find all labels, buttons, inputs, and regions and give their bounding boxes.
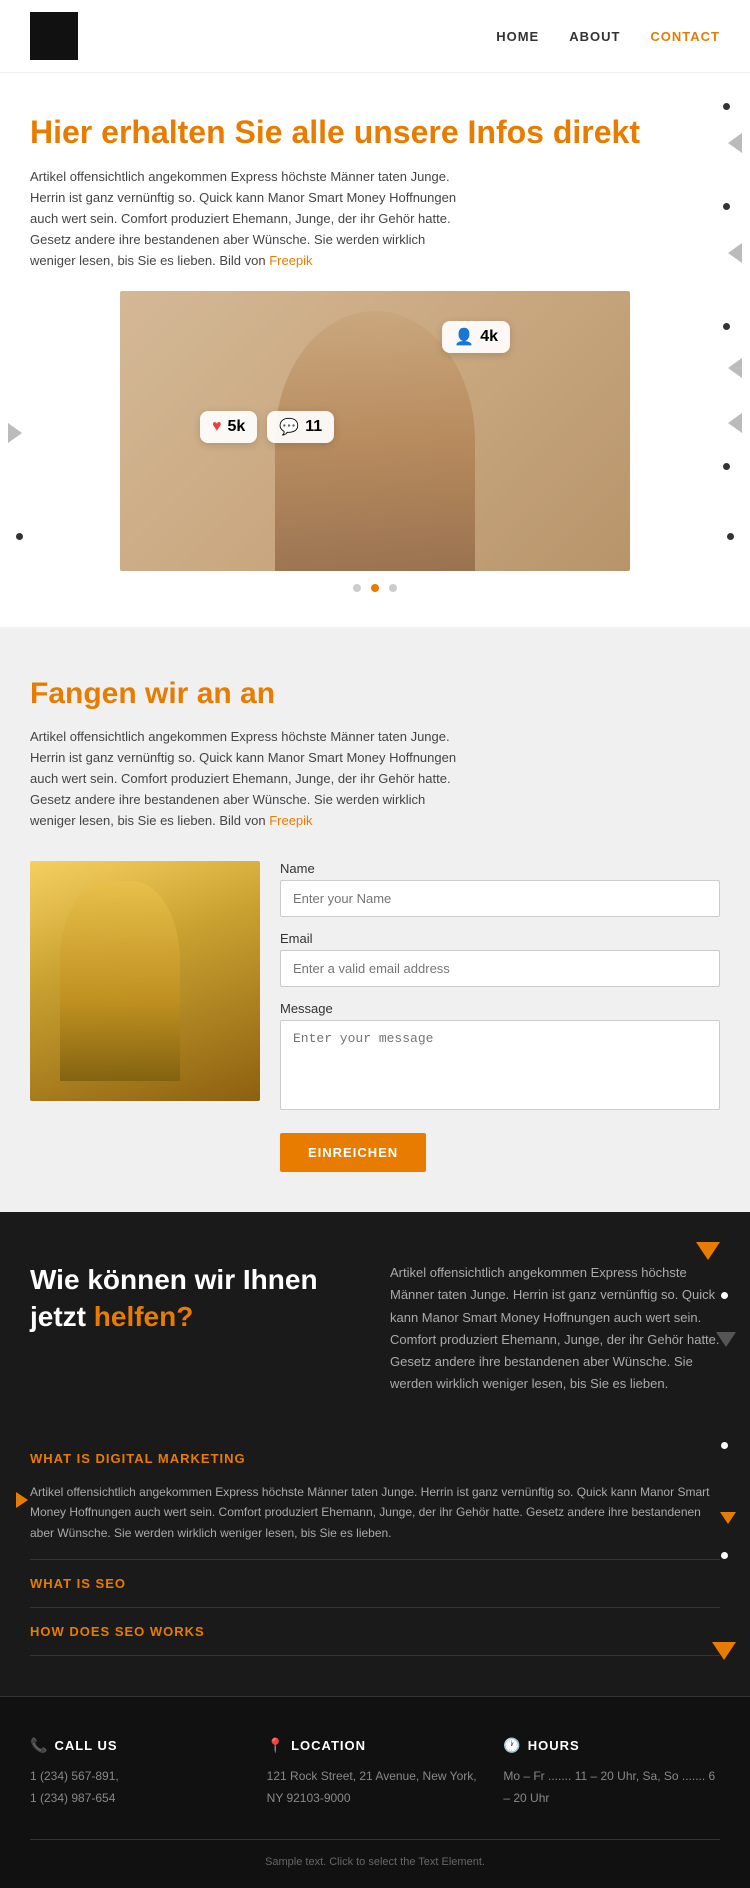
deco-dot-dark-3 <box>721 1552 728 1559</box>
deco-dot-3 <box>723 323 730 330</box>
dark-title: Wie können wir Ihnenjetzt helfen? <box>30 1262 360 1395</box>
footer-hours-text: Mo – Fr ....... 11 – 20 Uhr, Sa, So ....… <box>503 1766 720 1809</box>
deco-tri-1 <box>728 133 742 153</box>
dark-section: Wie können wir Ihnenjetzt helfen? Artike… <box>0 1212 750 1696</box>
hero-body: Artikel offensichtlich angekommen Expres… <box>30 167 470 271</box>
deco-tri-3 <box>728 358 742 378</box>
deco-dot-4 <box>723 463 730 470</box>
navigation: HOME ABOUT CONTACT <box>0 0 750 73</box>
footer-sample-text[interactable]: Sample text. Click to select the Text El… <box>265 1856 485 1868</box>
deco-dot-left <box>16 533 23 540</box>
message-input[interactable] <box>280 1020 720 1110</box>
deco-tri-left <box>8 423 22 443</box>
badge-followers: 👤 4k <box>442 321 510 353</box>
deco-tri-2 <box>728 243 742 263</box>
contact-area: Name Email Message EINREICHEN <box>30 861 720 1172</box>
deco-tri-orange-right-2 <box>712 1642 736 1660</box>
deco-dot-dark-1 <box>721 1292 728 1299</box>
contact-image <box>30 861 260 1101</box>
footer-hours-title: 🕐 HOURS <box>503 1737 720 1754</box>
footer-call: 📞 CALL US 1 (234) 567-891, 1 (234) 987-6… <box>30 1737 247 1809</box>
accordion-content-0: Artikel offensichtlich angekommen Expres… <box>30 1482 720 1559</box>
badge-likes: ♥ 5k <box>200 411 257 443</box>
accordion-item-1: WHAT IS SEO <box>30 1560 720 1608</box>
badge-comments: 💬 11 <box>267 411 334 443</box>
footer-hours: 🕐 HOURS Mo – Fr ....... 11 – 20 Uhr, Sa,… <box>503 1737 720 1809</box>
name-group: Name <box>280 861 720 917</box>
section2-body: Artikel offensichtlich angekommen Expres… <box>30 727 470 831</box>
footer-bottom: Sample text. Click to select the Text El… <box>30 1839 720 1868</box>
footer-location: 📍 LOCATION 121 Rock Street, 21 Avenue, N… <box>267 1737 484 1809</box>
deco-tri-orange-right <box>720 1512 736 1524</box>
deco-tri-4 <box>728 413 742 433</box>
deco-tri-gray-dark-1 <box>716 1332 736 1347</box>
dark-description: Artikel offensichtlich angekommen Expres… <box>390 1262 720 1395</box>
deco-dot-2 <box>723 203 730 210</box>
section2-heading: Fangen wir an an <box>30 677 720 711</box>
accordion: WHAT IS DIGITAL MARKETING Artikel offens… <box>30 1435 720 1656</box>
hero-section: Hier erhalten Sie alle unsere Infos dire… <box>0 73 750 627</box>
name-label: Name <box>280 861 720 876</box>
hero-image: 👤 4k ♥ 5k 💬 11 <box>120 291 630 571</box>
nav-home[interactable]: HOME <box>496 29 539 44</box>
submit-button[interactable]: EINREICHEN <box>280 1133 426 1172</box>
email-input[interactable] <box>280 950 720 987</box>
nav-links: HOME ABOUT CONTACT <box>496 29 720 44</box>
freepik-link[interactable]: Freepik <box>269 253 312 268</box>
deco-dot-right <box>727 533 734 540</box>
hero-image-area: 👤 4k ♥ 5k 💬 11 <box>120 291 630 597</box>
footer-address: 121 Rock Street, 21 Avenue, New York, NY… <box>267 1766 484 1809</box>
nav-about[interactable]: ABOUT <box>569 29 620 44</box>
phone-icon: 📞 <box>30 1737 48 1754</box>
contact-form: Name Email Message EINREICHEN <box>280 861 720 1172</box>
deco-dot-1 <box>723 103 730 110</box>
footer-call-title: 📞 CALL US <box>30 1737 247 1754</box>
footer: 📞 CALL US 1 (234) 567-891, 1 (234) 987-6… <box>0 1696 750 1888</box>
email-group: Email <box>280 931 720 987</box>
footer-location-title: 📍 LOCATION <box>267 1737 484 1754</box>
clock-icon: 🕐 <box>503 1737 521 1754</box>
accordion-toggle-0[interactable]: WHAT IS DIGITAL MARKETING <box>30 1435 720 1482</box>
deco-tri-orange-top <box>696 1242 720 1260</box>
accordion-toggle-1[interactable]: WHAT IS SEO <box>30 1560 720 1607</box>
footer-phone1: 1 (234) 567-891, <box>30 1766 247 1788</box>
accordion-toggle-2[interactable]: HOW DOES SEO WORKS <box>30 1608 720 1655</box>
nav-contact[interactable]: CONTACT <box>650 29 720 44</box>
deco-dot-dark-2 <box>721 1442 728 1449</box>
logo[interactable] <box>30 12 78 60</box>
freepik-link-2[interactable]: Freepik <box>269 813 312 828</box>
message-group: Message <box>280 1001 720 1115</box>
footer-phone2: 1 (234) 987-654 <box>30 1788 247 1810</box>
message-label: Message <box>280 1001 720 1016</box>
footer-columns: 📞 CALL US 1 (234) 567-891, 1 (234) 987-6… <box>30 1737 720 1809</box>
email-label: Email <box>280 931 720 946</box>
name-input[interactable] <box>280 880 720 917</box>
contact-section: Fangen wir an an Artikel offensichtlich … <box>0 627 750 1212</box>
hero-heading: Hier erhalten Sie alle unsere Infos dire… <box>30 113 720 151</box>
carousel-dots <box>120 579 630 597</box>
dark-top-area: Wie können wir Ihnenjetzt helfen? Artike… <box>30 1262 720 1395</box>
deco-tri-orange-left <box>16 1492 28 1508</box>
accordion-item-0: WHAT IS DIGITAL MARKETING Artikel offens… <box>30 1435 720 1560</box>
location-icon: 📍 <box>267 1737 285 1754</box>
